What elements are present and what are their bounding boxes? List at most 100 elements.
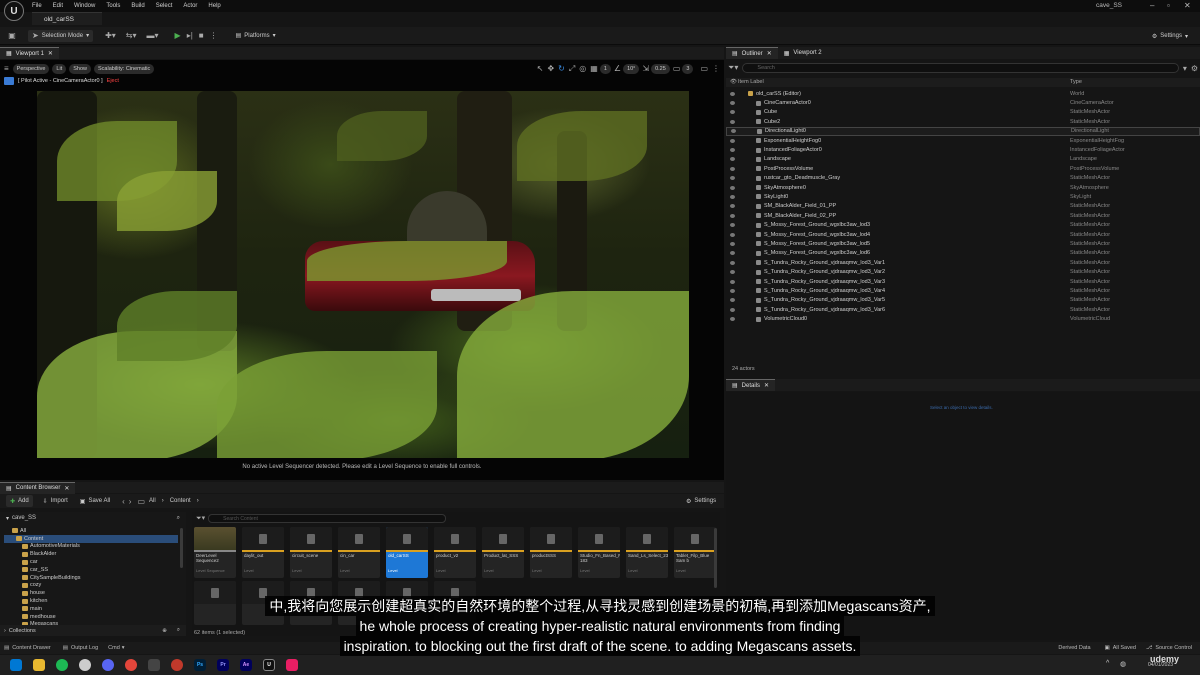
outliner-row[interactable]: S_Tundra_Rocky_Ground_vjdraaqmw_lod3_Var… [726,258,1200,267]
outliner-row[interactable]: DirectionalLight0 DirectionalLight [726,126,1200,136]
add-button[interactable]: ✚ Add [6,495,33,507]
perspective-button[interactable]: Perspective [12,63,50,74]
tab-viewport-2[interactable]: ▦ Viewport 2 [778,47,828,59]
record-icon[interactable] [171,659,183,671]
outliner-row[interactable]: S_Mossy_Forest_Ground_wgxlbc3aw_lod5 Stat… [726,239,1200,248]
outliner-row[interactable]: old_carSS (Editor) World [726,89,1200,98]
lit-button[interactable]: Lit [52,63,67,74]
visibility-eye-icon[interactable] [730,110,735,115]
close-icon[interactable]: ✕ [64,485,69,492]
visibility-eye-icon[interactable] [730,241,735,246]
outliner-row[interactable]: S_Tundra_Rocky_Ground_vjdraaqmw_lod3_Var… [726,286,1200,295]
stop-icon[interactable]: ■ [199,31,204,40]
maximize-viewport-icon[interactable]: ▭ [700,64,708,73]
tab-content-browser[interactable]: ▤ Content Browser ✕ [0,481,76,494]
outliner-row[interactable]: ExponentialHeightFog0 ExponentialHeightFo… [726,136,1200,145]
asset-search-input[interactable]: Search Content [208,514,446,523]
chrome-icon[interactable] [125,659,137,671]
menu-help[interactable]: Help [208,0,220,12]
outliner-row[interactable]: S_Tundra_Rocky_Ground_vjdraaqmw_lod3_Var… [726,305,1200,314]
visibility-eye-icon[interactable] [730,176,735,181]
unreal-logo-icon[interactable]: U [4,1,24,21]
visibility-eye-icon[interactable] [730,307,735,312]
outliner-row[interactable]: PostProcessVolume PostProcessVolume [726,164,1200,173]
visibility-eye-icon[interactable] [730,223,735,228]
app-icon[interactable] [79,659,91,671]
folder-car-ss[interactable]: car_SS [4,566,178,574]
asset-tile[interactable]: Studio_Fn_Based_Fe_attenuat 183 Level [578,527,620,578]
back-icon[interactable]: ‹ [122,497,125,506]
outliner-row[interactable]: VolumetricCloud0 VolumetricCloud [726,314,1200,323]
select-mode-icon[interactable]: ↖ [537,64,544,73]
outliner-row[interactable]: S_Tundra_Rocky_Ground_vjdraaqmw_lod3_Var… [726,267,1200,276]
forward-icon[interactable]: › [129,497,132,506]
play-icon[interactable]: ▶ [175,31,181,40]
outliner-row[interactable]: SkyLight0 SkyLight [726,192,1200,201]
asset-tile[interactable]: Product_lat_SSS Level [482,527,524,578]
visibility-eye-icon[interactable] [730,148,735,153]
folder-automotivematerials[interactable]: AutomotiveMaterials [4,543,178,551]
menu-build[interactable]: Build [131,0,144,12]
eject-button[interactable]: Eject [107,78,119,84]
menu-tools[interactable]: Tools [106,0,120,12]
scale-snap-value[interactable]: 0.25 [651,63,670,74]
play-options-icon[interactable]: ⋮ [210,31,218,40]
hamburger-icon[interactable]: ≡ [4,64,9,73]
outliner-row[interactable]: SM_BlackAlder_Field_02_PP StaticMeshActor [726,211,1200,220]
close-icon[interactable]: ✕ [767,50,772,57]
asset-tile[interactable]: circuit_scene Level [290,527,332,578]
show-button[interactable]: Show [69,63,91,74]
unreal-engine-icon[interactable]: U [263,659,275,671]
platforms-button[interactable]: ▤ Platforms ▾ [232,30,280,42]
visibility-eye-icon[interactable] [731,129,736,134]
scalability-button[interactable]: Scalability: Cinematic [94,63,155,74]
outliner-row[interactable]: S_Tundra_Rocky_Ground_vjdraaqmw_lod3_Var… [726,277,1200,286]
menu-file[interactable]: File [32,0,42,12]
outliner-row[interactable]: S_Mossy_Forest_Ground_wgxlbc3aw_lod3 Stat… [726,220,1200,229]
grid-snap-value[interactable]: 1 [599,63,611,74]
settings-icon[interactable]: ⚙ [1191,64,1198,73]
visibility-eye-icon[interactable] [730,279,735,284]
asset-tile[interactable]: Tablet_Filp_Blue Sam b Level [674,527,716,578]
network-icon[interactable]: ◍ [1120,660,1126,668]
step-icon[interactable]: ▸| [187,31,193,40]
import-button[interactable]: ⇩ Import [39,495,72,507]
chevron-down-icon[interactable]: ▾ [1183,64,1187,73]
visibility-eye-icon[interactable] [730,232,735,237]
close-icon[interactable]: ✕ [764,382,769,389]
outliner-row[interactable]: Landscape Landscape [726,155,1200,164]
visibility-eye-icon[interactable] [730,288,735,293]
filter-icon[interactable]: ⏷▾ [728,63,738,73]
cinematics-icon[interactable]: ▬▾ [147,31,159,40]
scale-snap-icon[interactable]: ⇲ [642,64,649,73]
project-header[interactable]: ▾ cave_SS ⌕ [0,512,186,524]
asset-tile[interactable]: old_carSS Level [386,527,428,578]
premiere-icon[interactable]: Pr [217,659,229,671]
asset-tile[interactable]: productSSS Level [530,527,572,578]
settings-button[interactable]: ⚙ Settings ▾ [1148,30,1192,42]
selection-mode-button[interactable]: ➤ Selection Mode ▾ [28,29,94,42]
outliner-search-input[interactable]: Search [742,63,1179,73]
tab-outliner[interactable]: ▤ Outliner ✕ [726,47,778,59]
grid-scrollbar[interactable] [714,528,717,588]
asset-tile[interactable]: product_v2 Level [434,527,476,578]
app-icon[interactable] [148,659,160,671]
visibility-eye-icon[interactable] [730,251,735,256]
outliner-row[interactable]: Cube StaticMeshActor [726,108,1200,117]
file-explorer-icon[interactable] [33,659,45,671]
project-tab[interactable]: old_carSS [32,12,102,25]
outliner-row[interactable]: CineCameraActor0 CineCameraActor [726,98,1200,107]
translate-icon[interactable]: ✥ [547,64,554,73]
menu-edit[interactable]: Edit [53,0,63,12]
taskbar-clock[interactable]: 04/01/2023 [1148,662,1173,668]
visibility-eye-icon[interactable] [730,138,735,143]
folder-blackalder[interactable]: BlackAlder [4,550,178,558]
tray-chevron-icon[interactable]: ^ [1106,660,1109,667]
save-icon[interactable]: ▣ [6,31,18,40]
menu-select[interactable]: Select [156,0,173,12]
visibility-eye-icon[interactable] [730,213,735,218]
filter-icon[interactable]: ⏷▾ [196,514,205,523]
visibility-eye-icon[interactable] [730,194,735,199]
after-effects-icon[interactable]: Ae [240,659,252,671]
visibility-eye-icon[interactable] [730,185,735,190]
